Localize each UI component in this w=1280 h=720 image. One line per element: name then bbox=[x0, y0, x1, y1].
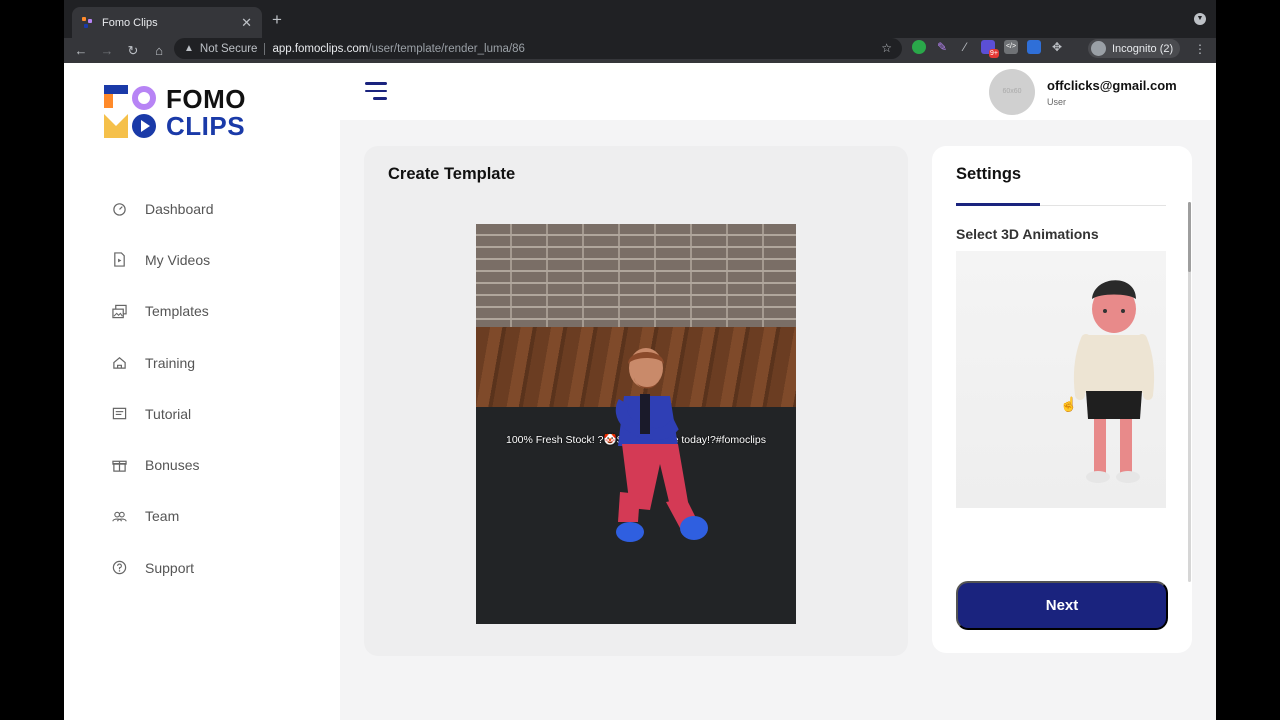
training-icon bbox=[110, 355, 128, 371]
sidebar: FOMO CLIPS Dashboard My Videos Templates bbox=[64, 63, 340, 720]
scrollbar-thumb[interactable] bbox=[1188, 202, 1191, 272]
settings-scrollbar[interactable] bbox=[1188, 202, 1191, 582]
incognito-label: Incognito (2) bbox=[1112, 42, 1174, 55]
evernote-icon[interactable] bbox=[912, 40, 926, 54]
extension-badge-icon[interactable]: 9+ bbox=[981, 40, 999, 58]
extensions-bar: ✎ ⁄ 9+ </> ✥ bbox=[912, 40, 1064, 58]
user-email[interactable]: offclicks@gmail.com bbox=[1047, 78, 1177, 93]
url-path: /user/template/render_luma/86 bbox=[368, 42, 525, 55]
sidebar-item-team[interactable]: Team bbox=[110, 491, 214, 542]
sidebar-item-tutorial[interactable]: Tutorial bbox=[110, 388, 214, 439]
favicon-icon bbox=[82, 16, 94, 29]
hand-cursor-icon: ☝ bbox=[1060, 396, 1078, 412]
settings-title: Settings bbox=[956, 165, 1022, 183]
top-header: 60x60 offclicks@gmail.com User bbox=[340, 63, 1216, 120]
browser-menu-icon[interactable]: ⋮ bbox=[1194, 42, 1206, 56]
user-role: User bbox=[1047, 97, 1067, 107]
menu-toggle-icon[interactable] bbox=[365, 82, 387, 105]
bookmark-star-icon[interactable]: ☆ bbox=[881, 41, 892, 55]
settings-tab-active-indicator[interactable] bbox=[956, 203, 1040, 206]
feather-icon[interactable]: ✎ bbox=[935, 40, 949, 54]
team-icon bbox=[110, 508, 128, 524]
3d-character-figure bbox=[1073, 280, 1155, 483]
translate-icon[interactable] bbox=[1027, 40, 1041, 54]
back-icon[interactable]: ← bbox=[68, 43, 94, 58]
tab-search-icon[interactable]: ▼ bbox=[1194, 13, 1206, 25]
browser-tab[interactable]: Fomo Clips ✕ bbox=[72, 7, 262, 38]
video-file-icon bbox=[110, 252, 128, 268]
tab-title: Fomo Clips bbox=[102, 16, 158, 29]
divider bbox=[264, 42, 266, 55]
next-button[interactable]: Next bbox=[956, 581, 1168, 630]
images-icon bbox=[110, 303, 128, 319]
url-host: app.fomoclips.com bbox=[272, 42, 369, 55]
logo-text-line1: FOMO bbox=[166, 84, 246, 114]
page-title: Create Template bbox=[388, 165, 516, 183]
avatar[interactable]: 60x60 bbox=[989, 69, 1035, 115]
animation-option-tile[interactable] bbox=[956, 251, 1166, 508]
sidebar-item-training[interactable]: Training bbox=[110, 337, 214, 388]
browser-toolbar: ← → ↻ ⌂ ▲ Not Secure app.fomoclips.com /… bbox=[64, 38, 1216, 63]
sidebar-item-support[interactable]: Support bbox=[110, 542, 214, 593]
sidebar-item-label: Dashboard bbox=[145, 200, 214, 217]
pen-icon[interactable]: ⁄ bbox=[958, 40, 972, 54]
puzzle-icon[interactable]: ✥ bbox=[1050, 40, 1064, 54]
sidebar-item-dashboard[interactable]: Dashboard bbox=[110, 183, 214, 234]
section-label: Select 3D Animations bbox=[956, 226, 1099, 242]
sidebar-item-templates[interactable]: Templates bbox=[110, 286, 214, 337]
close-icon[interactable]: ✕ bbox=[241, 15, 252, 31]
create-template-card: Create Template 100% Fresh Stock! ?🤡Shop… bbox=[364, 146, 908, 656]
incognito-badge[interactable]: Incognito (2) bbox=[1088, 39, 1181, 58]
help-icon bbox=[110, 560, 128, 576]
fomo-clips-logo[interactable]: FOMO CLIPS bbox=[104, 85, 274, 141]
sidebar-item-label: Team bbox=[145, 508, 180, 525]
warning-icon: ▲ bbox=[184, 43, 194, 54]
sidebar-item-label: My Videos bbox=[145, 251, 211, 268]
sidebar-item-bonuses[interactable]: Bonuses bbox=[110, 439, 214, 490]
sidebar-item-label: Templates bbox=[145, 303, 209, 320]
home-icon[interactable]: ⌂ bbox=[146, 43, 172, 58]
brick-wall-background bbox=[476, 224, 796, 327]
sidebar-item-my-videos[interactable]: My Videos bbox=[110, 234, 214, 285]
video-preview[interactable]: 100% Fresh Stock! ?🤡Shop change today!?#… bbox=[476, 224, 796, 624]
gift-icon bbox=[110, 457, 128, 473]
forward-icon[interactable]: → bbox=[94, 43, 120, 58]
logo-mark-icon bbox=[104, 85, 156, 139]
logo-text-line2: CLIPS bbox=[166, 111, 246, 141]
sidebar-menu: Dashboard My Videos Templates Training T… bbox=[110, 183, 214, 593]
new-tab-button[interactable]: + bbox=[272, 10, 282, 30]
sidebar-item-label: Training bbox=[145, 354, 196, 371]
code-icon[interactable]: </> bbox=[1004, 40, 1018, 54]
incognito-icon bbox=[1091, 41, 1106, 56]
sidebar-item-label: Bonuses bbox=[145, 457, 200, 474]
tutorial-icon bbox=[110, 406, 128, 422]
tab-strip: Fomo Clips ✕ + ▼ bbox=[64, 0, 1216, 38]
sidebar-item-label: Support bbox=[145, 559, 195, 576]
reload-icon[interactable]: ↻ bbox=[120, 43, 146, 59]
app-page: FOMO CLIPS Dashboard My Videos Templates bbox=[64, 63, 1216, 720]
security-label: Not Secure bbox=[199, 42, 258, 55]
gauge-icon bbox=[110, 201, 128, 217]
sidebar-item-label: Tutorial bbox=[145, 405, 192, 422]
extension-badge-count: 9+ bbox=[989, 49, 999, 58]
browser-window: Fomo Clips ✕ + ▼ ← → ↻ ⌂ ▲ Not Secure ap… bbox=[64, 0, 1216, 720]
address-bar[interactable]: ▲ Not Secure app.fomoclips.com /user/tem… bbox=[174, 38, 902, 59]
dancing-character-figure bbox=[615, 348, 708, 542]
